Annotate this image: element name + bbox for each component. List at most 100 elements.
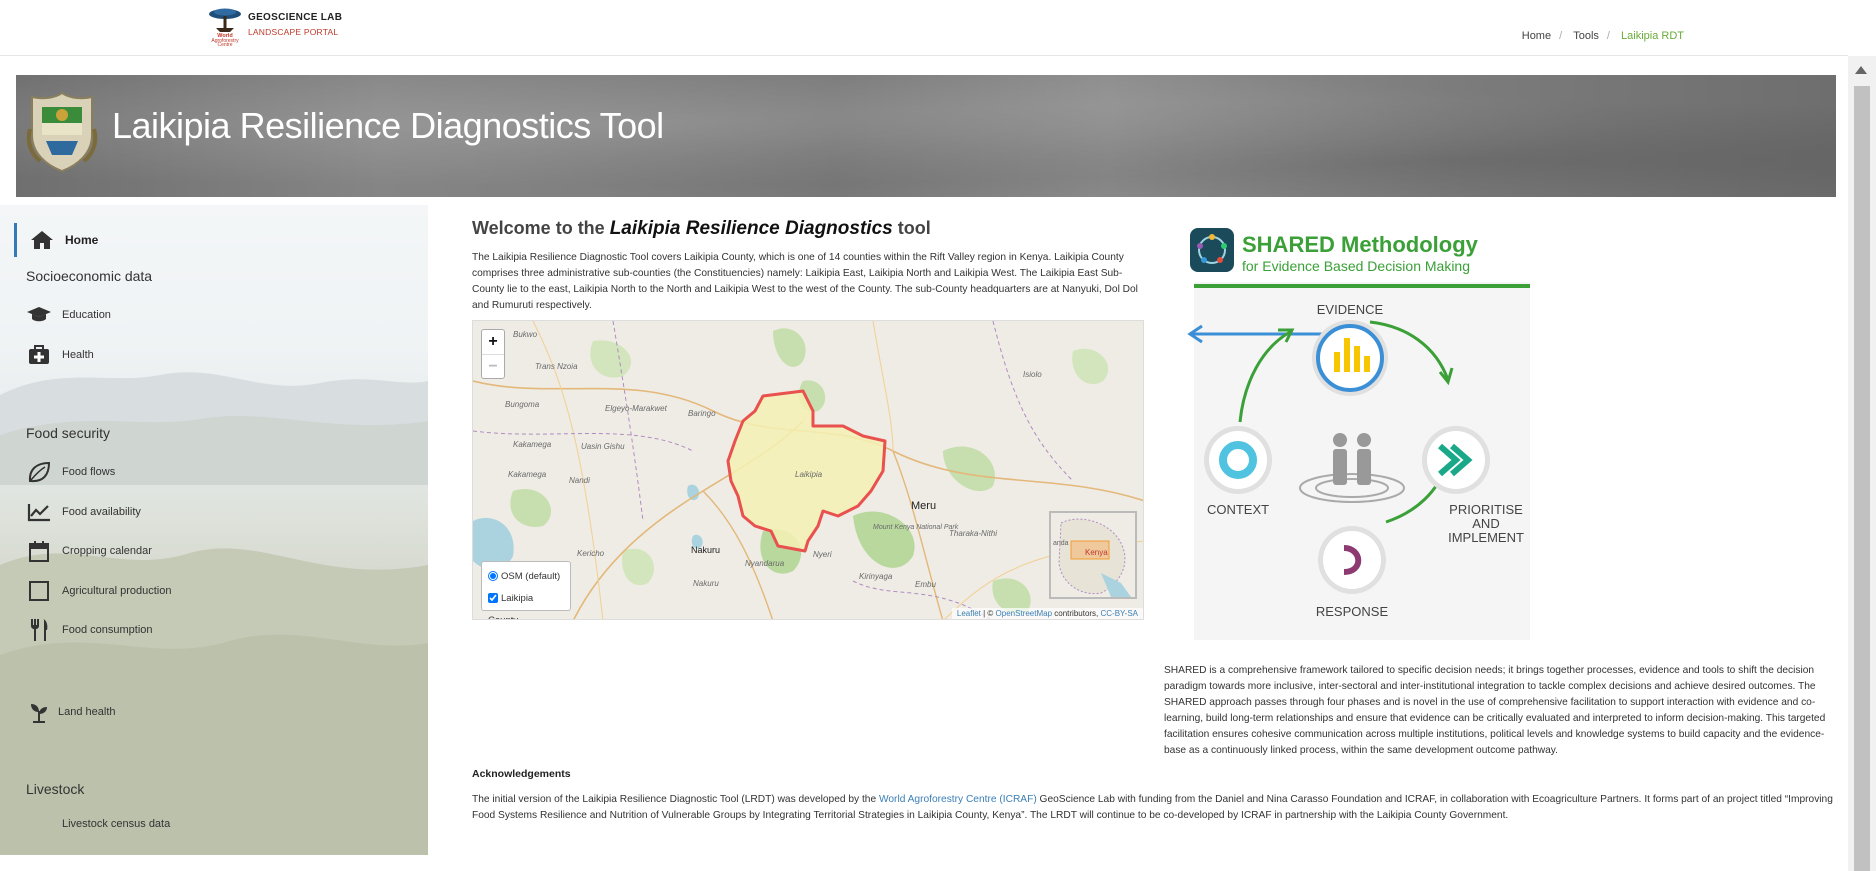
shared-title: SHARED Methodology: [1242, 232, 1479, 257]
page-banner: Laikipia Resilience Diagnostics Tool: [16, 75, 1836, 197]
logo-subtitle: LANDSCAPE PORTAL: [248, 27, 339, 37]
map-label: Mount Kenya National Park: [873, 524, 959, 531]
map-label: Nandi: [569, 476, 590, 485]
welcome-suffix: tool: [892, 218, 931, 238]
intro-paragraph: The Laikipia Resilience Diagnostic Tool …: [472, 252, 1138, 311]
map-label: Laikipia: [795, 470, 823, 479]
sidebar-item-label: Cropping calendar: [62, 545, 152, 557]
leaf-icon: [26, 461, 52, 483]
geoscience-lab-logo[interactable]: World Agroforestry Centre GEOSCIENCE LAB…: [206, 4, 346, 48]
county-checkbox[interactable]: [488, 593, 498, 604]
layer-label: OSM (default): [501, 571, 561, 582]
scrollbar-thumb[interactable]: [1854, 86, 1870, 871]
sidebar-item-education[interactable]: Education: [26, 304, 111, 326]
osm-link[interactable]: OpenStreetMap: [996, 609, 1052, 618]
breadcrumb-separator: /: [1606, 30, 1610, 42]
sidebar-item-food-availability[interactable]: Food availability: [26, 501, 141, 523]
breadcrumb-separator: /: [1559, 30, 1563, 42]
shared-subtitle: for Evidence Based Decision Making: [1242, 258, 1470, 274]
layer-control: OSM (default) Laikipia County: [481, 561, 571, 619]
sidebar-item-label: Agricultural production: [62, 585, 172, 597]
sidebar-item-label: Food availability: [62, 506, 141, 518]
sidebar-item-label: Food flows: [62, 466, 116, 478]
welcome-tool-name: Laikipia Resilience Diagnostics: [609, 218, 893, 239]
sidebar-overlay: [0, 205, 428, 855]
sidebar-item-label: Home: [65, 233, 99, 247]
medical-kit-icon: [26, 344, 52, 366]
map-label: Trans Nzoia: [535, 362, 578, 371]
map-label: Kericho: [577, 549, 605, 558]
map-label: Kakamega: [513, 440, 552, 449]
square-icon: [26, 580, 52, 602]
layer-option-osm[interactable]: OSM (default): [488, 566, 564, 588]
sidebar-item-label: Food consumption: [62, 624, 153, 636]
map-tiles: Bukwo Trans Nzoia Elgeyo-Marakwet Baring…: [473, 321, 1143, 619]
map-label: Isiolo: [1023, 370, 1042, 379]
sprout-icon: [26, 701, 52, 723]
acknowledgements-title: Acknowledgements: [472, 768, 571, 780]
sidebar-item-livestock-census[interactable]: Livestock census data: [62, 818, 170, 830]
sidebar-item-food-flows[interactable]: Food flows: [26, 461, 115, 483]
graduation-cap-icon: [26, 304, 52, 326]
line-chart-icon: [26, 501, 52, 523]
sidebar-item-label: Livestock census data: [62, 818, 171, 830]
zoom-out-button[interactable]: −: [482, 354, 504, 378]
cutlery-icon: [26, 619, 52, 641]
map-attribution: Leaflet | © OpenStreetMap contributors, …: [951, 608, 1143, 619]
breadcrumb-current: Laikipia RDT: [1621, 30, 1684, 42]
welcome-prefix: Welcome to the: [472, 218, 610, 238]
map-label: Kakamega: [508, 470, 547, 479]
map-label: Bungoma: [505, 400, 540, 409]
leaflet-link[interactable]: Leaflet: [957, 609, 981, 618]
acknowledgements-section: Acknowledgements The initial version of …: [472, 768, 1836, 824]
zoom-control: + −: [481, 329, 505, 379]
ack-text-part: The initial version of the Laikipia Resi…: [472, 794, 879, 805]
svg-text:Centre: Centre: [217, 42, 232, 46]
context-label: CONTEXT: [1207, 502, 1269, 517]
map-label: Nyandarua: [745, 559, 785, 568]
minimap-label: anda: [1053, 540, 1069, 547]
breadcrumb: Home / Tools / Laikipia RDT: [1518, 30, 1688, 42]
home-icon: [29, 229, 55, 251]
osm-radio[interactable]: [488, 571, 498, 582]
map-label: Elgeyo-Marakwet: [605, 404, 668, 413]
implement-label: IMPLEMENT: [1448, 530, 1524, 545]
map-label: Baringo: [688, 409, 716, 418]
scroll-up-arrow-icon[interactable]: [1855, 66, 1867, 74]
zoom-in-button[interactable]: +: [482, 330, 504, 354]
top-navbar: World Agroforestry Centre GEOSCIENCE LAB…: [0, 0, 1848, 56]
attribution-text: contributors,: [1052, 609, 1101, 618]
acknowledgements-text: The initial version of the Laikipia Resi…: [472, 792, 1836, 824]
breadcrumb-home[interactable]: Home: [1522, 30, 1551, 42]
breadcrumb-tools[interactable]: Tools: [1573, 30, 1599, 42]
map-label: Nyeri: [813, 550, 832, 559]
icraf-link[interactable]: World Agroforestry Centre (ICRAF): [879, 794, 1037, 805]
calendar-icon: [26, 540, 52, 562]
map-label: Nakuru: [691, 545, 720, 555]
sidebar-item-label: Health: [62, 349, 94, 361]
minimap[interactable]: Kenya anda: [1049, 511, 1137, 599]
sidebar-item-label: Education: [62, 309, 111, 321]
sidebar-item-health[interactable]: Health: [26, 344, 94, 366]
prioritise-label: PRIORITISE: [1449, 502, 1523, 517]
minimap-label: Kenya: [1085, 548, 1108, 557]
minimap-view: Kenya anda: [1051, 513, 1135, 597]
leaflet-map[interactable]: Bukwo Trans Nzoia Elgeyo-Marakwet Baring…: [472, 320, 1144, 620]
layer-option-county[interactable]: Laikipia County: [488, 588, 564, 619]
sidebar-item-food-consumption[interactable]: Food consumption: [26, 619, 153, 641]
sidebar-item-home[interactable]: Home: [14, 223, 428, 257]
sidebar-item-agricultural-production[interactable]: Agricultural production: [26, 580, 171, 602]
response-label: RESPONSE: [1316, 604, 1389, 619]
license-link[interactable]: CC-BY-SA: [1101, 609, 1139, 618]
attribution-text: | ©: [980, 609, 996, 618]
icraf-tree-logo-icon: World Agroforestry Centre: [209, 8, 241, 46]
sidebar-item-cropping-calendar[interactable]: Cropping calendar: [26, 540, 152, 562]
page-title: Laikipia Resilience Diagnostics Tool: [112, 105, 664, 146]
map-label: Embu: [915, 580, 936, 589]
map-label: Uasin Gishu: [581, 442, 625, 451]
main-content: Welcome to the Laikipia Resilience Diagn…: [472, 218, 1144, 314]
map-label: Meru: [911, 500, 936, 512]
map-label: Bukwo: [513, 330, 538, 339]
laikipia-county-seal-icon: [26, 91, 98, 173]
sidebar-item-land-health[interactable]: Land health: [26, 701, 116, 723]
